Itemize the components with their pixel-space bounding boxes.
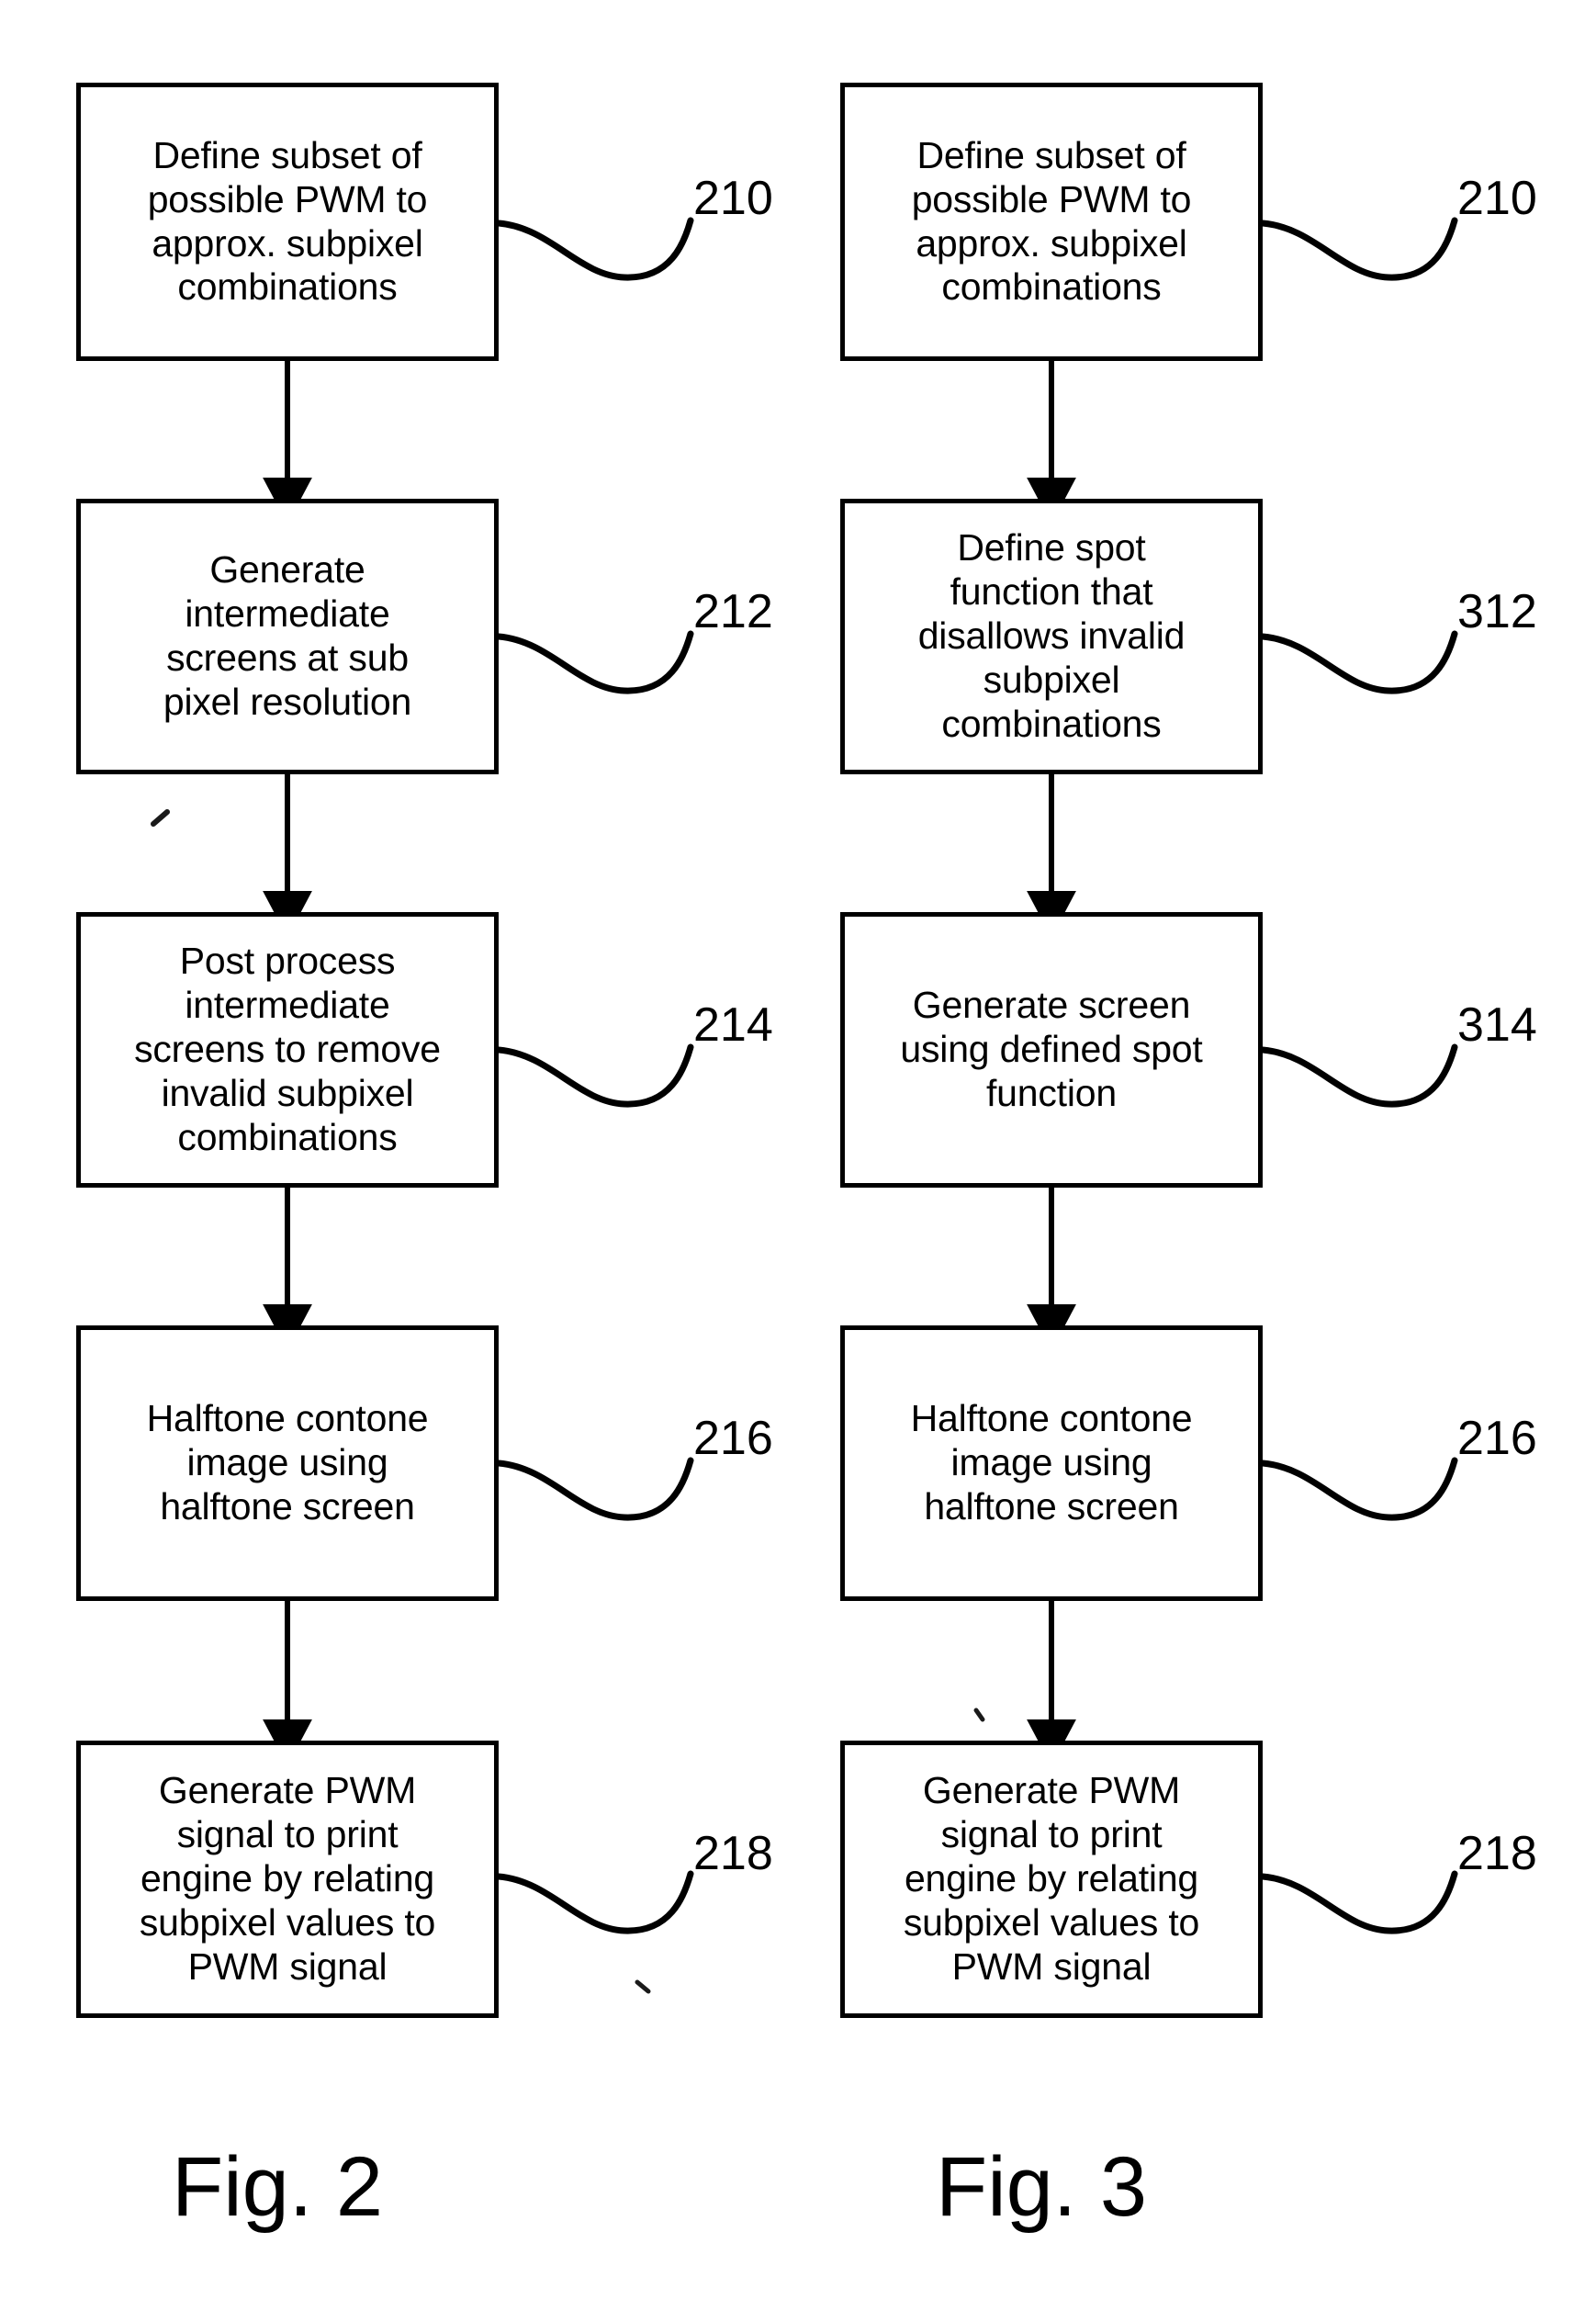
fig3-step-label-312: Define spot function that disallows inva… <box>917 526 1186 745</box>
fig3-step-label-216: Halftone contone image using halftone sc… <box>910 1397 1193 1527</box>
fig2-step-label-210: Define subset of possible PWM to approx.… <box>147 133 428 309</box>
fig2-leader-212 <box>495 630 694 694</box>
fig3-ref-numeral-210: 210 <box>1457 172 1537 225</box>
fig2-ref-numeral-210: 210 <box>693 172 773 225</box>
fig2-ref-numeral-218: 218 <box>693 1827 773 1880</box>
scan-artifact-tick-left <box>151 809 170 827</box>
fig3-leader-312 <box>1259 630 1458 694</box>
fig3-step-box-216[interactable]: Halftone contone image using halftone sc… <box>840 1325 1263 1601</box>
fig3-step-label-314: Generate screen using defined spot funct… <box>900 984 1203 1114</box>
fig3-ref-numeral-216: 216 <box>1457 1412 1537 1465</box>
fig2-leader-216 <box>495 1457 694 1521</box>
fig2-step-box-212[interactable]: Generate intermediate screens at sub pix… <box>76 499 499 774</box>
fig2-leader-214 <box>495 1043 694 1108</box>
fig2-ref-numeral-216: 216 <box>693 1412 773 1465</box>
fig2-ref-numeral-212: 212 <box>693 585 773 638</box>
fig3-step-box-312[interactable]: Define spot function that disallows inva… <box>840 499 1263 774</box>
fig2-step-box-216[interactable]: Halftone contone image using halftone sc… <box>76 1325 499 1601</box>
fig2-step-box-210[interactable]: Define subset of possible PWM to approx.… <box>76 83 499 361</box>
fig3-step-label-218: Generate PWM signal to print engine by r… <box>903 1769 1200 1988</box>
fig2-step-label-216: Halftone contone image using halftone sc… <box>146 1397 429 1527</box>
fig3-ref-numeral-218: 218 <box>1457 1827 1537 1880</box>
fig3-leader-218 <box>1259 1870 1458 1934</box>
scan-artifact-tick-lower-left <box>635 1979 651 1994</box>
fig2-step-label-214: Post process intermediate screens to rem… <box>134 940 441 1158</box>
fig2-ref-numeral-214: 214 <box>693 998 773 1052</box>
fig2-leader-210 <box>495 217 694 281</box>
fig3-step-label-210: Define subset of possible PWM to approx.… <box>911 133 1192 309</box>
fig3-leader-216 <box>1259 1457 1458 1521</box>
fig2-step-box-214[interactable]: Post process intermediate screens to rem… <box>76 912 499 1188</box>
fig3-ref-numeral-314: 314 <box>1457 998 1537 1052</box>
fig3-step-box-314[interactable]: Generate screen using defined spot funct… <box>840 912 1263 1188</box>
fig3-step-box-218[interactable]: Generate PWM signal to print engine by r… <box>840 1741 1263 2018</box>
patent-drawing-sheet: Define subset of possible PWM to approx.… <box>0 0 1596 2322</box>
fig2-step-box-218[interactable]: Generate PWM signal to print engine by r… <box>76 1741 499 2018</box>
scan-artifact-tick-right <box>973 1708 985 1722</box>
fig3-leader-210 <box>1259 217 1458 281</box>
fig3-ref-numeral-312: 312 <box>1457 585 1537 638</box>
fig2-step-label-212: Generate intermediate screens at sub pix… <box>163 548 412 723</box>
fig3-step-box-210[interactable]: Define subset of possible PWM to approx.… <box>840 83 1263 361</box>
fig2-step-label-218: Generate PWM signal to print engine by r… <box>139 1769 436 1988</box>
fig2-caption: Fig. 2 <box>172 2140 384 2234</box>
fig2-leader-218 <box>495 1870 694 1934</box>
fig3-caption: Fig. 3 <box>936 2140 1148 2234</box>
fig3-leader-314 <box>1259 1043 1458 1108</box>
